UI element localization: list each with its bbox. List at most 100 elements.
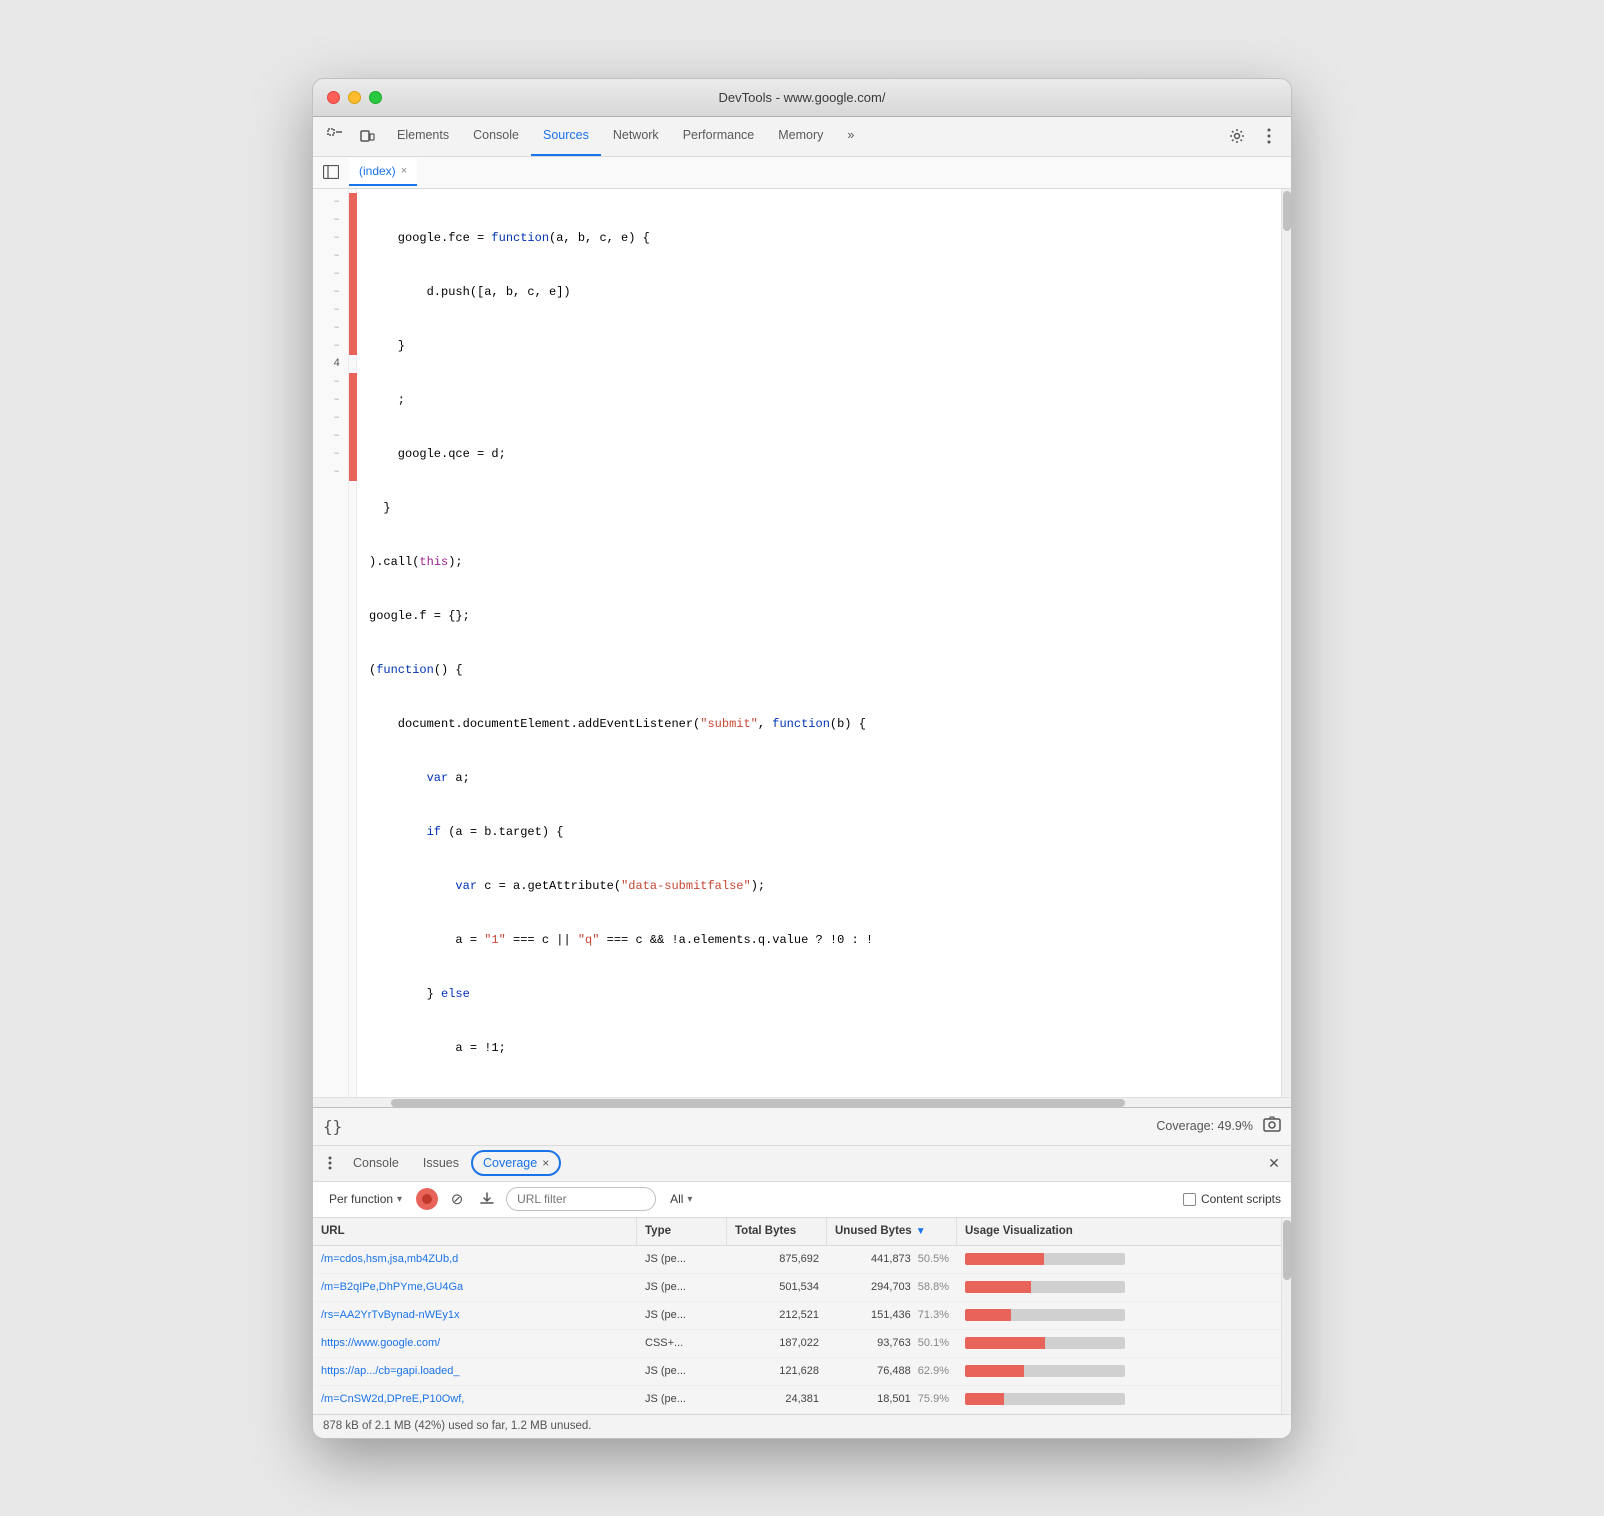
maximize-button[interactable] (369, 91, 382, 104)
code-scrollbar-thumb[interactable] (1283, 191, 1291, 231)
bottom-panel: {} Coverage: 49.9% (313, 1107, 1291, 1438)
screenshot-icon[interactable] (1263, 1116, 1281, 1137)
more-options-icon[interactable] (1255, 122, 1283, 150)
table-row[interactable]: https://www.google.com/ CSS+... 187,022 … (313, 1330, 1281, 1358)
row-type: JS (pe... (645, 1393, 686, 1405)
th-unused-bytes[interactable]: Unused Bytes ▼ (827, 1218, 957, 1245)
tab-coverage[interactable]: Coverage × (471, 1150, 561, 1176)
devtools-body: Elements Console Sources Network Perform… (313, 117, 1291, 1438)
row-unused-pct: 50.1% (918, 1337, 949, 1349)
viz-bar-used (965, 1393, 1004, 1405)
clear-icon[interactable]: ⊘ (446, 1188, 468, 1210)
per-function-dropdown[interactable]: Per function ▾ (323, 1189, 408, 1209)
viz-bar-used (965, 1365, 1024, 1377)
console-menu-icon[interactable] (319, 1152, 341, 1174)
console-tabs-bar: Console Issues Coverage × ✕ (313, 1146, 1291, 1182)
sidebar-toggle-icon[interactable] (319, 160, 343, 184)
table-row[interactable]: /m=CnSW2d,DPreE,P10Owf, JS (pe... 24,381… (313, 1386, 1281, 1414)
row-unused-pct: 75.9% (918, 1393, 949, 1405)
row-url: /m=cdos,hsm,jsa,mb4ZUb,d (321, 1253, 458, 1265)
row-total-bytes: 212,521 (779, 1309, 819, 1321)
per-function-chevron-icon: ▾ (397, 1194, 402, 1205)
viz-bar-used (965, 1309, 1011, 1321)
row-unused-pct: 50.5% (918, 1253, 949, 1265)
row-total-bytes: 501,534 (779, 1281, 819, 1293)
file-tab-index[interactable]: (index) × (349, 158, 417, 186)
coverage-column (349, 189, 357, 1097)
row-unused-bytes: 441,873 (871, 1253, 911, 1265)
tab-memory[interactable]: Memory (766, 117, 835, 156)
row-url: https://ap.../cb=gapi.loaded_ (321, 1365, 460, 1377)
bottom-toolbar: {} Coverage: 49.9% (313, 1108, 1291, 1146)
row-unused-pct: 62.9% (918, 1365, 949, 1377)
tab-console[interactable]: Console (461, 117, 531, 156)
row-total-bytes: 875,692 (779, 1253, 819, 1265)
settings-icon[interactable] (1223, 122, 1251, 150)
tab-performance[interactable]: Performance (671, 117, 767, 156)
format-icon[interactable]: {} (323, 1117, 342, 1136)
code-scrollbar[interactable] (1281, 189, 1291, 1097)
table-scrollbar[interactable] (1281, 1218, 1291, 1414)
row-url: https://www.google.com/ (321, 1337, 440, 1349)
checkbox-icon[interactable] (1183, 1193, 1196, 1206)
minimize-button[interactable] (348, 91, 361, 104)
all-chevron-icon: ▾ (687, 1194, 692, 1205)
table-row[interactable]: /m=B2qIPe,DhPYme,GU4Ga JS (pe... 501,534… (313, 1274, 1281, 1302)
tab-network[interactable]: Network (601, 117, 671, 156)
viz-bar-used (965, 1337, 1045, 1349)
viz-bar (965, 1393, 1125, 1405)
file-tab-close[interactable]: × (401, 166, 407, 177)
viz-bar (965, 1309, 1125, 1321)
tab-console-bottom[interactable]: Console (341, 1146, 411, 1181)
th-type: Type (637, 1218, 727, 1245)
tab-sources[interactable]: Sources (531, 117, 601, 156)
viz-bar (965, 1365, 1125, 1377)
coverage-table-content: URL Type Total Bytes Unused Bytes ▼ (313, 1218, 1281, 1414)
table-row[interactable]: /m=cdos,hsm,jsa,mb4ZUb,d JS (pe... 875,6… (313, 1246, 1281, 1274)
code-lines: google.fce = function(a, b, c, e) { d.pu… (357, 189, 1291, 1097)
row-unused-bytes: 93,763 (877, 1337, 911, 1349)
row-total-bytes: 24,381 (785, 1393, 819, 1405)
window-title: DevTools - www.google.com/ (719, 90, 886, 105)
file-tab-label: (index) (359, 164, 396, 178)
tab-more[interactable]: » (835, 117, 866, 156)
row-unused-pct: 58.8% (918, 1281, 949, 1293)
traffic-lights (327, 91, 382, 104)
coverage-label: Coverage: 49.9% (1156, 1119, 1253, 1133)
line-numbers: – – – – – – – – – 4 – – – – – – (313, 189, 349, 1097)
horizontal-scrollbar[interactable] (313, 1097, 1291, 1107)
row-type: JS (pe... (645, 1253, 686, 1265)
row-total-bytes: 121,628 (779, 1365, 819, 1377)
tab-issues[interactable]: Issues (411, 1146, 471, 1181)
panel-close-icon[interactable]: ✕ (1263, 1152, 1285, 1174)
tab-elements[interactable]: Elements (385, 117, 461, 156)
download-icon[interactable] (476, 1188, 498, 1210)
row-unused-bytes: 294,703 (871, 1281, 911, 1293)
status-text: 878 kB of 2.1 MB (42%) used so far, 1.2 … (323, 1420, 591, 1432)
table-scrollbar-thumb[interactable] (1283, 1220, 1291, 1280)
file-tabs-bar: (index) × (313, 157, 1291, 189)
coverage-tab-close[interactable]: × (542, 1156, 549, 1170)
content-scripts-checkbox[interactable]: Content scripts (1183, 1192, 1281, 1206)
url-filter-input[interactable] (506, 1187, 656, 1211)
row-url: /m=B2qIPe,DhPYme,GU4Ga (321, 1281, 463, 1293)
row-type: JS (pe... (645, 1309, 686, 1321)
close-button[interactable] (327, 91, 340, 104)
coverage-toolbar: Per function ▾ ⊘ All ▾ (313, 1182, 1291, 1218)
viz-bar (965, 1337, 1125, 1349)
viz-bar-used (965, 1281, 1031, 1293)
row-url: /m=CnSW2d,DPreE,P10Owf, (321, 1393, 464, 1405)
viz-bar (965, 1281, 1125, 1293)
table-row[interactable]: https://ap.../cb=gapi.loaded_ JS (pe... … (313, 1358, 1281, 1386)
table-row[interactable]: /rs=AA2YrTvBynad-nWEy1x JS (pe... 212,52… (313, 1302, 1281, 1330)
row-unused-pct: 71.3% (918, 1309, 949, 1321)
th-viz: Usage Visualization (957, 1218, 1281, 1245)
table-rows-container: /m=cdos,hsm,jsa,mb4ZUb,d JS (pe... 875,6… (313, 1246, 1281, 1414)
all-filter-dropdown[interactable]: All ▾ (664, 1189, 698, 1209)
inspect-icon[interactable] (321, 122, 349, 150)
row-type: CSS+... (645, 1337, 683, 1349)
device-toggle-icon[interactable] (353, 122, 381, 150)
record-button[interactable] (416, 1188, 438, 1210)
h-scrollbar-thumb[interactable] (391, 1099, 1125, 1107)
code-container[interactable]: – – – – – – – – – 4 – – – – – – (313, 189, 1291, 1097)
